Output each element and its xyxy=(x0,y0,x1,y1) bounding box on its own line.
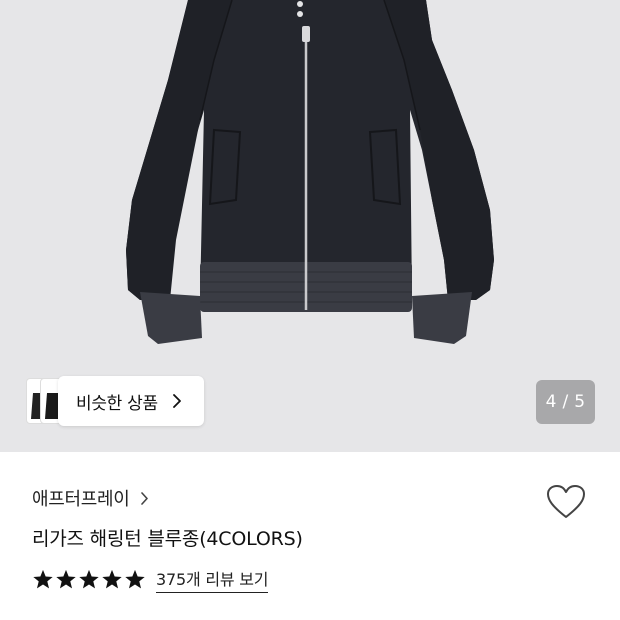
rating-stars xyxy=(32,569,146,590)
brand-link[interactable]: 애프터프레이 xyxy=(32,485,149,511)
brand-name: 애프터프레이 xyxy=(32,489,130,510)
product-info: 애프터프레이 리가즈 해링턴 블루종(4COLORS) 375개 리뷰 보기 xyxy=(0,452,620,620)
similar-products-label: 비슷한 상품 xyxy=(76,393,158,414)
reviews-link[interactable]: 375개 리뷰 보기 xyxy=(156,566,269,593)
star-filled-icon xyxy=(79,569,99,589)
star-filled-icon xyxy=(125,569,145,589)
star-filled-icon xyxy=(33,569,53,589)
chevron-right-icon xyxy=(172,394,181,408)
rating-row: 375개 리뷰 보기 xyxy=(32,566,269,593)
star-filled-icon xyxy=(102,569,122,589)
chevron-right-icon xyxy=(140,491,148,505)
product-title: 리가즈 해링턴 블루종(4COLORS) xyxy=(32,528,303,550)
star-filled-icon xyxy=(56,569,76,589)
similar-products-pill[interactable]: 비슷한 상품 xyxy=(58,376,204,426)
heart-outline-icon[interactable] xyxy=(546,484,586,520)
similar-products-button[interactable]: 비슷한 상품 xyxy=(26,376,204,426)
product-image-gallery[interactable]: 비슷한 상품 4 / 5 xyxy=(0,0,620,452)
image-page-counter: 4 / 5 xyxy=(536,380,595,424)
